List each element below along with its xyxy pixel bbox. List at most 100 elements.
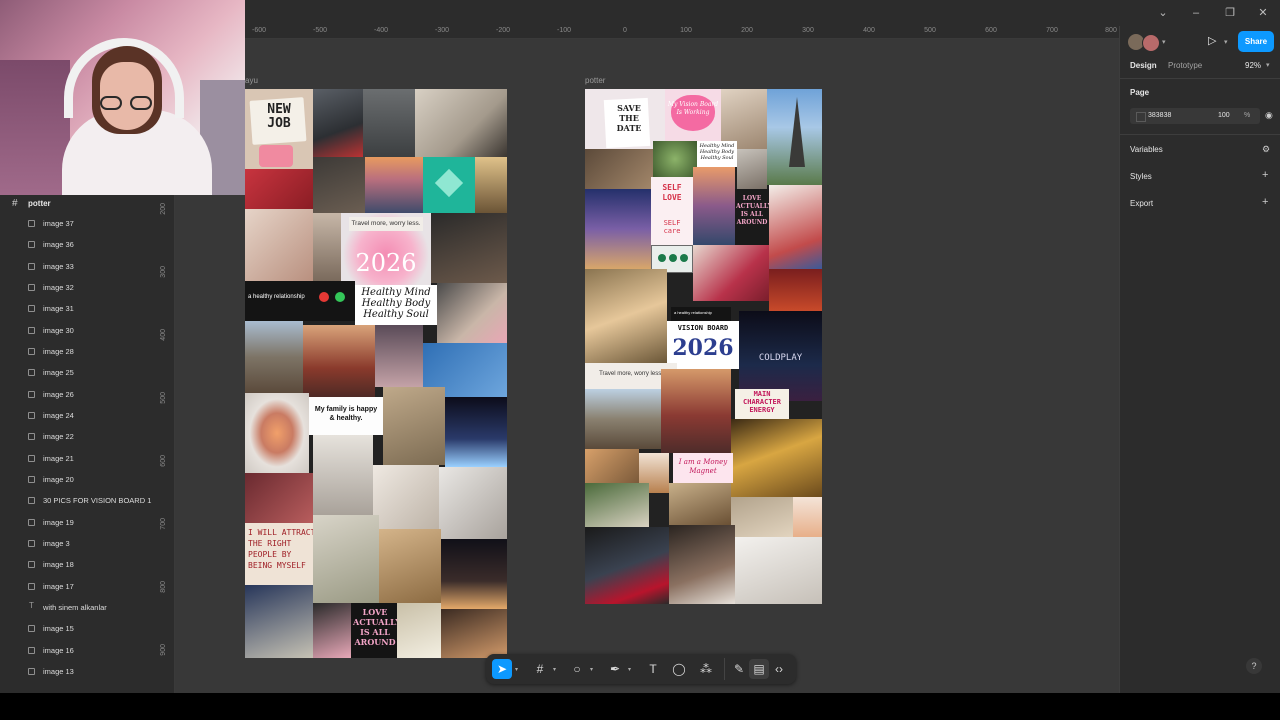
dinner-table-image [439, 467, 507, 539]
layer-item[interactable]: image 30 [0, 321, 160, 341]
text-layer-icon: T [29, 601, 34, 610]
tools-toolbar: ➤ ▾ # ▾ ○ ▾ ✒ ▾ T ◯ ⁂ ✎ ▤ ‹› [486, 654, 796, 684]
vision-board-frame-ayu[interactable]: NEW JOB Travel more, worry less. 2026 a … [245, 89, 507, 658]
red-lights-image [769, 269, 822, 311]
layer-label: image 21 [43, 454, 74, 463]
close-icon[interactable]: ✕ [1256, 6, 1270, 20]
glasses-right-icon [130, 96, 152, 110]
layer-item[interactable]: image 22 [0, 427, 160, 447]
ellipse-tool-icon[interactable]: ○ [567, 659, 587, 679]
frame-label-potter[interactable]: potter [585, 76, 605, 85]
chevron-down-icon[interactable]: ▾ [590, 666, 593, 673]
layers-root-frame[interactable]: # potter [0, 195, 160, 213]
text-tool-icon[interactable]: T [643, 659, 663, 679]
page-color-value[interactable]: 383838 [1148, 112, 1171, 119]
frame-label-ayu[interactable]: ayu [245, 76, 258, 85]
layer-item[interactable]: image 15 [0, 619, 160, 639]
layer-item[interactable]: image 36 [0, 235, 160, 255]
comment-tool-icon[interactable]: ◯ [669, 659, 689, 679]
zoom-level[interactable]: 92% [1245, 61, 1261, 70]
healthy-text: Healthy Mind Healthy Body Healthy Soul [361, 287, 431, 320]
chevron-down-icon[interactable]: ▾ [1266, 61, 1270, 69]
variables-settings-icon[interactable]: ⚙ [1262, 144, 1270, 155]
maximize-icon[interactable]: ❐ [1223, 6, 1237, 20]
webcam-overlay [0, 0, 245, 195]
layer-item[interactable]: image 26 [0, 385, 160, 405]
color-swatch[interactable] [1136, 112, 1146, 122]
vision-board-frame-potter[interactable]: SAVE THE DATE My Vision Board Is Working… [585, 89, 822, 604]
layer-item[interactable]: image 16 [0, 641, 160, 661]
ruler-tick: 900 [160, 644, 167, 656]
move-tool-icon[interactable]: ➤ [492, 659, 512, 679]
pen-tool-icon[interactable]: ✒ [605, 659, 625, 679]
layer-label: image 16 [43, 646, 74, 655]
layer-label: image 15 [43, 624, 74, 633]
design-mode-icon[interactable]: ▤ [749, 659, 769, 679]
export-section-title[interactable]: Export [1130, 199, 1153, 208]
share-button[interactable]: Share [1238, 31, 1274, 52]
layer-item[interactable]: image 18 [0, 555, 160, 575]
figma-app: ⌄ – ❐ ✕ -600 -500 -400 -300 -200 -100 0 … [0, 0, 1280, 693]
layer-label: image 32 [43, 283, 74, 292]
layer-item[interactable]: image 24 [0, 406, 160, 426]
layer-label: image 3 [43, 539, 70, 548]
year-2026-image: Travel more, worry less. 2026 [341, 213, 431, 289]
play-icon[interactable]: ▷ [1208, 34, 1216, 47]
healthy-small-image: Healthy Mind Healthy Body Healthy Soul [697, 141, 737, 167]
layer-item[interactable]: Twith sinem alkanlar [0, 598, 160, 618]
layer-label: with sinem alkanlar [43, 603, 107, 612]
variables-section-title[interactable]: Variables [1130, 145, 1163, 154]
bills-image [731, 497, 793, 537]
components-tool-icon[interactable]: ⁂ [696, 659, 716, 679]
dev-mode-icon[interactable]: ‹› [769, 659, 789, 679]
gift-image [313, 603, 351, 658]
add-style-icon[interactable]: + [1262, 169, 1268, 181]
chevron-down-icon[interactable]: ▾ [515, 666, 518, 673]
layer-item[interactable]: image 25 [0, 363, 160, 383]
vision-heart-image: My Vision Board Is Working [665, 89, 721, 141]
layer-item[interactable]: image 13 [0, 662, 160, 682]
layer-item[interactable]: image 33 [0, 257, 160, 277]
money-magnet-text: I am a Money Magnet [678, 458, 728, 475]
layer-item[interactable]: image 3 [0, 534, 160, 554]
image-icon [28, 625, 35, 632]
page-opacity-value[interactable]: 100 [1218, 112, 1230, 119]
tree-image [737, 149, 767, 189]
layer-item[interactable]: image 31 [0, 299, 160, 319]
layer-item[interactable]: image 21 [0, 449, 160, 469]
eye-icon[interactable]: ◉ [1265, 110, 1273, 121]
page-color-field[interactable]: 383838 100 % [1130, 108, 1260, 124]
layer-item[interactable]: image 32 [0, 278, 160, 298]
phone-call-image: a healthy relationship [245, 281, 355, 321]
layer-item[interactable]: image 17 [0, 577, 160, 597]
avatar[interactable] [1142, 34, 1160, 52]
tab-design[interactable]: Design [1130, 61, 1157, 70]
layer-item[interactable]: 30 PICS FOR VISION BOARD 1 [0, 491, 160, 511]
styles-section-title[interactable]: Styles [1130, 172, 1152, 181]
add-export-icon[interactable]: + [1262, 196, 1268, 208]
shelf-image [669, 483, 731, 525]
frame-tool-icon[interactable]: # [530, 659, 550, 679]
ruler-tick: 300 [802, 27, 814, 34]
layer-item[interactable]: image 28 [0, 342, 160, 362]
layer-item[interactable]: image 19 [0, 513, 160, 533]
draw-mode-icon[interactable]: ✎ [729, 659, 749, 679]
tea-image [585, 449, 639, 483]
water-bottle-image [363, 89, 415, 157]
chevron-down-icon[interactable]: ⌄ [1156, 6, 1170, 20]
gold-image [475, 157, 507, 213]
boxes-image [379, 529, 441, 603]
tab-prototype[interactable]: Prototype [1168, 61, 1202, 70]
opacity-unit: % [1244, 112, 1251, 119]
chevron-down-icon[interactable]: ▾ [553, 666, 556, 673]
layer-item[interactable]: image 37 [0, 214, 160, 234]
chevron-down-icon[interactable]: ▾ [1162, 38, 1166, 46]
help-icon[interactable]: ? [1246, 658, 1262, 674]
garden-image [585, 483, 649, 527]
minimize-icon[interactable]: – [1189, 6, 1203, 20]
chevron-down-icon[interactable]: ▾ [628, 666, 631, 673]
healthy-small-text: Healthy Mind Healthy Body Healthy Soul [699, 143, 735, 161]
chevron-down-icon[interactable]: ▾ [1224, 38, 1228, 46]
layer-item[interactable]: image 20 [0, 470, 160, 490]
vision-board-2026-image: VISION BOARD 2026 [667, 321, 739, 369]
